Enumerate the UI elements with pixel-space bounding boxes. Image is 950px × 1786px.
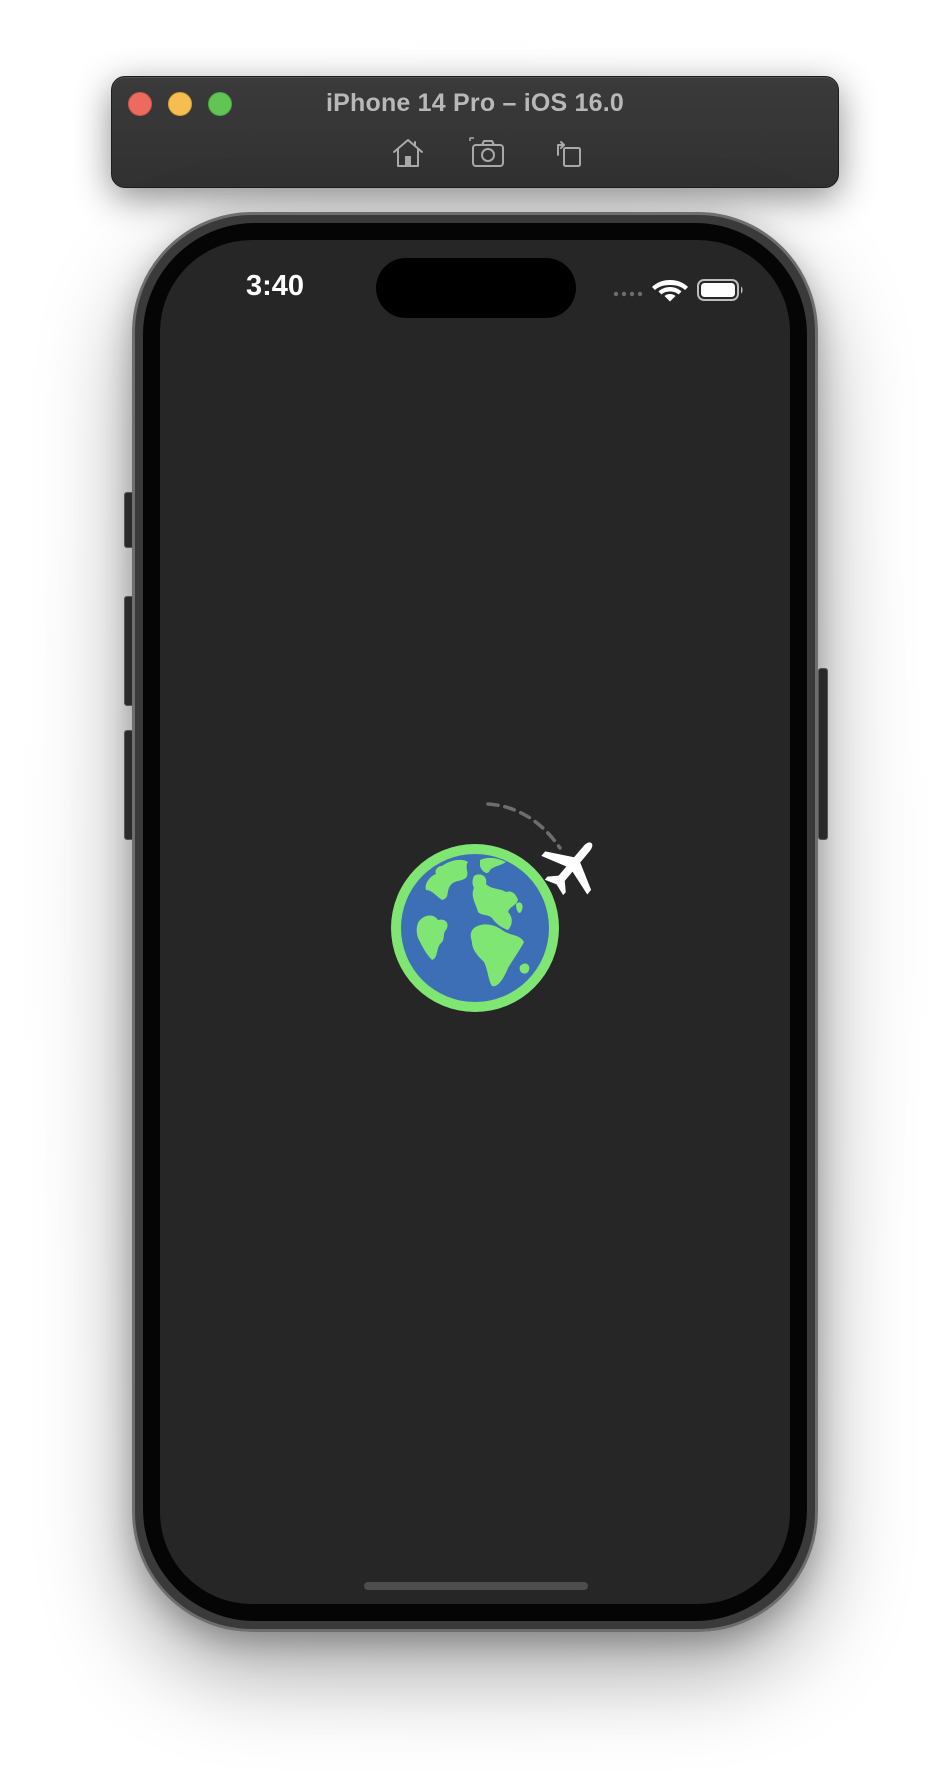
simulator-title: iPhone 14 Pro – iOS 16.0 xyxy=(326,89,624,117)
status-bar-icons xyxy=(612,276,748,304)
screenshot-icon[interactable] xyxy=(469,137,507,169)
flight-path xyxy=(486,802,562,850)
home-indicator[interactable] xyxy=(364,1582,588,1590)
battery-icon xyxy=(697,279,743,301)
signal-icon xyxy=(613,291,643,297)
device-screen[interactable]: 3:40 xyxy=(160,240,790,1604)
simulator-window-toolbar: iPhone 14 Pro – iOS 16.0 xyxy=(111,76,839,188)
power-button[interactable] xyxy=(818,668,828,840)
wifi-icon xyxy=(652,280,688,302)
rotate-icon[interactable] xyxy=(549,137,587,169)
status-bar-time: 3:40 xyxy=(246,270,305,302)
home-icon[interactable] xyxy=(389,137,427,169)
dynamic-island xyxy=(376,258,576,318)
globe-icon xyxy=(391,844,559,1012)
desktop-stage: iPhone 14 Pro – iOS 16.0 3:40 xyxy=(0,0,950,1786)
globe-airplane-icon xyxy=(390,800,630,1040)
